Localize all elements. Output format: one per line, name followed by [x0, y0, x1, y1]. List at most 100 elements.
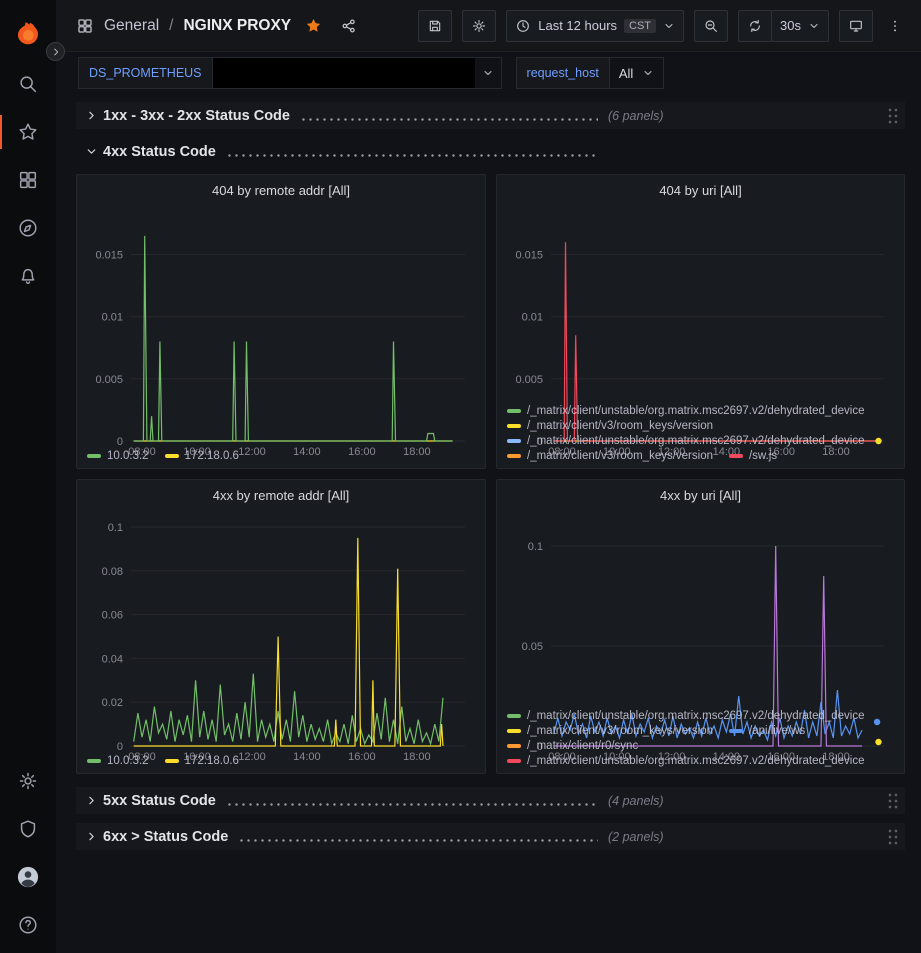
- chart-legend: /_matrix/client/unstable/org.matrix.msc2…: [507, 710, 894, 767]
- sidebar-item-configuration[interactable]: [0, 757, 56, 805]
- clock-icon: [515, 18, 531, 34]
- alerting-icon: [17, 265, 39, 287]
- panel-title[interactable]: 4xx by uri [All]: [507, 484, 894, 508]
- refresh-button[interactable]: [738, 10, 772, 42]
- panel-title[interactable]: 4xx by remote addr [All]: [87, 484, 475, 508]
- breadcrumb[interactable]: General: [104, 17, 159, 35]
- variable-value-ds-prometheus[interactable]: [212, 57, 502, 89]
- legend-label: /_matrix/client/unstable/org.matrix.msc2…: [527, 405, 865, 417]
- sidebar-expand-button[interactable]: [46, 42, 65, 61]
- svg-text:0.015: 0.015: [95, 250, 123, 262]
- dashboard-settings-button[interactable]: [462, 10, 496, 42]
- row-drag-handle[interactable]: [887, 792, 898, 809]
- apps-grid-icon: [76, 17, 94, 35]
- legend-item[interactable]: /_matrix/client/v3/room_keys/version: [507, 450, 713, 462]
- sidebar-item-starred[interactable]: [0, 108, 56, 156]
- legend-label: 172.18.0.6: [185, 450, 239, 462]
- legend-item[interactable]: 172.18.0.6: [165, 450, 239, 462]
- sidebar-item-search[interactable]: [0, 60, 56, 108]
- row-title: 6xx > Status Code: [103, 829, 228, 845]
- help-icon: [17, 914, 39, 936]
- refresh-interval-label: 30s: [780, 18, 801, 33]
- svg-text:0: 0: [117, 741, 123, 753]
- sidebar-bottom-group: [0, 757, 56, 949]
- legend-label: /sw.js: [749, 450, 777, 462]
- sidebar-item-dashboards[interactable]: [0, 156, 56, 204]
- sidebar-item-server-admin[interactable]: [0, 805, 56, 853]
- refresh-interval-dropdown[interactable]: 30s: [771, 10, 829, 42]
- legend-swatch: [507, 439, 521, 443]
- legend-item[interactable]: /_matrix/client/unstable/org.matrix.msc2…: [507, 435, 865, 447]
- legend-label: /api/live/ws: [749, 725, 805, 737]
- legend-swatch: [507, 714, 521, 718]
- time-range-label: Last 12 hours: [538, 18, 617, 33]
- row-title: 1xx - 3xx - 2xx Status Code: [103, 108, 290, 124]
- chevron-down-icon: [642, 67, 654, 79]
- variable-value-request-host[interactable]: All: [609, 57, 664, 89]
- panel-title[interactable]: 404 by remote addr [All]: [87, 179, 475, 203]
- dashboards-icon: [17, 169, 39, 191]
- legend-swatch: [507, 424, 521, 428]
- legend-item[interactable]: 172.18.0.6: [165, 755, 239, 767]
- chevron-down-icon: [85, 145, 98, 158]
- panels-grid: 404 by remote addr [All] 00.0050.010.015…: [76, 174, 905, 774]
- save-icon: [427, 18, 443, 34]
- grafana-logo-icon: [13, 18, 43, 48]
- svg-text:0.015: 0.015: [515, 250, 543, 262]
- page-title: NGINX PROXY: [183, 17, 291, 35]
- row-header-5xx[interactable]: 5xx Status Code (4 panels): [76, 787, 905, 814]
- sidebar-item-profile[interactable]: [0, 853, 56, 901]
- legend-item[interactable]: 10.0.3.2: [87, 450, 149, 462]
- legend-swatch: [507, 729, 521, 733]
- chevron-right-icon: [85, 109, 98, 122]
- row-title: 4xx Status Code: [103, 144, 216, 160]
- legend-swatch: [87, 454, 101, 458]
- row-panel-count: (6 panels): [608, 109, 664, 123]
- legend-item[interactable]: /_matrix/client/v3/room_keys/version: [507, 725, 713, 737]
- legend-item[interactable]: /_matrix/client/unstable/org.matrix.msc2…: [507, 755, 865, 767]
- legend-item[interactable]: /api/live/ws: [729, 725, 805, 737]
- legend-item[interactable]: /sw.js: [729, 450, 777, 462]
- zoom-out-time-button[interactable]: [694, 10, 728, 42]
- legend-item[interactable]: /_matrix/client/v3/room_keys/version: [507, 420, 713, 432]
- row-drag-handle[interactable]: [887, 828, 898, 845]
- sidebar-item-explore[interactable]: [0, 204, 56, 252]
- time-series-chart[interactable]: 00.050.108:0010:0012:0014:0016:0018:00: [507, 508, 894, 707]
- kebab-icon: [887, 18, 903, 34]
- shield-icon: [17, 818, 39, 840]
- svg-text:0.005: 0.005: [95, 374, 123, 386]
- panel-4xx-by-uri: 4xx by uri [All] 00.050.108:0010:0012:00…: [496, 479, 905, 774]
- row-header-6xx[interactable]: 6xx > Status Code (2 panels): [76, 823, 905, 850]
- legend-label: /_matrix/client/r0/sync: [527, 740, 638, 752]
- panel-title[interactable]: 404 by uri [All]: [507, 179, 894, 203]
- save-dashboard-button[interactable]: [418, 10, 452, 42]
- time-range-picker[interactable]: Last 12 hours CST: [506, 10, 684, 42]
- time-series-chart[interactable]: 00.0050.010.01508:0010:0012:0014:0016:00…: [507, 203, 894, 402]
- share-icon[interactable]: [340, 17, 358, 35]
- time-series-chart[interactable]: 00.020.040.060.080.108:0010:0012:0014:00…: [87, 508, 475, 752]
- row-header-4xx[interactable]: 4xx Status Code: [76, 138, 905, 165]
- svg-text:0.02: 0.02: [102, 697, 123, 709]
- row-panel-count: (2 panels): [608, 830, 664, 844]
- sidebar-item-alerting[interactable]: [0, 252, 56, 300]
- topbar: General / NGINX PROXY Last 12 hours CST: [56, 0, 921, 52]
- more-options-button[interactable]: [883, 10, 907, 42]
- row-leader-dots: [238, 839, 598, 842]
- legend-label: /_matrix/client/unstable/org.matrix.msc2…: [527, 710, 865, 722]
- tv-mode-button[interactable]: [839, 10, 873, 42]
- legend-item[interactable]: /_matrix/client/r0/sync: [507, 740, 638, 752]
- legend-label: 172.18.0.6: [185, 755, 239, 767]
- time-series-chart[interactable]: 00.0050.010.01508:0010:0012:0014:0016:00…: [87, 203, 475, 447]
- legend-item[interactable]: /_matrix/client/unstable/org.matrix.msc2…: [507, 710, 865, 722]
- chevron-right-icon: [85, 794, 98, 807]
- svg-text:0.1: 0.1: [528, 541, 543, 553]
- legend-item[interactable]: 10.0.3.2: [87, 755, 149, 767]
- row-drag-handle[interactable]: [887, 107, 898, 124]
- search-icon: [17, 73, 39, 95]
- breadcrumb-separator: /: [169, 17, 173, 35]
- sidebar-item-help[interactable]: [0, 901, 56, 949]
- svg-text:0.1: 0.1: [108, 522, 123, 534]
- row-header-1xx-3xx-2xx[interactable]: 1xx - 3xx - 2xx Status Code (6 panels): [76, 102, 905, 129]
- favorite-star-icon[interactable]: [305, 17, 322, 34]
- legend-item[interactable]: /_matrix/client/unstable/org.matrix.msc2…: [507, 405, 865, 417]
